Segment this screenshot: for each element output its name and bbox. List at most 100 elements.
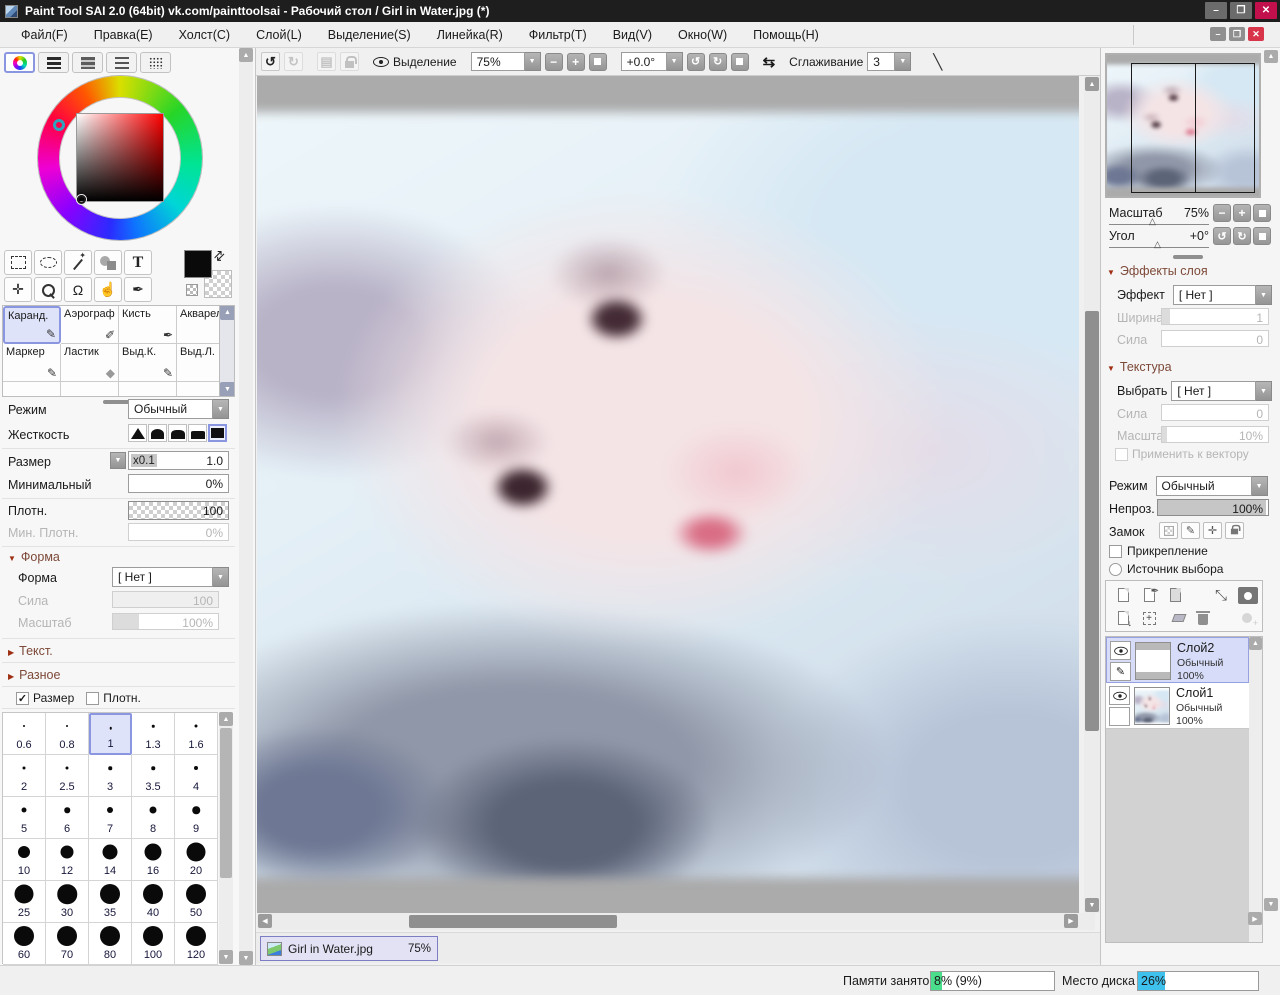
size-preset-cell[interactable]: 25 <box>3 881 46 923</box>
chevron-down-icon[interactable]: ▼ <box>667 52 683 71</box>
rotate-reset-button[interactable] <box>731 53 749 71</box>
min-density-field[interactable]: 0% <box>128 523 229 541</box>
zoom-in-button[interactable]: + <box>567 53 585 71</box>
size-preset-cell[interactable]: 3.5 <box>132 755 175 797</box>
brush-pencil[interactable]: Каранд.✎ <box>3 306 61 344</box>
scale-slider-thumb[interactable]: △ <box>1149 216 1156 227</box>
layer-mode-dropdown[interactable]: Обычный ▼ <box>1156 476 1268 496</box>
size-preset-cell[interactable]: 2.5 <box>46 755 89 797</box>
scroll-up-icon[interactable]: ▲ <box>1249 637 1262 650</box>
apply-to-vector-checkbox[interactable] <box>1115 448 1128 461</box>
size-preset-cell[interactable]: 120 <box>175 923 218 965</box>
scroll-up-icon[interactable]: ▲ <box>239 48 253 62</box>
brush-row3-partial[interactable] <box>61 382 119 397</box>
restore-button[interactable]: ❐ <box>1230 2 1252 19</box>
lock-all-button[interactable] <box>1225 522 1244 539</box>
selection-source-radio[interactable] <box>1109 563 1122 576</box>
layer-visibility-button[interactable] <box>1110 641 1131 660</box>
menu-help[interactable]: Помощь(H) <box>740 24 832 46</box>
size-preset-cell[interactable]: 4 <box>175 755 218 797</box>
smoothing-dropdown[interactable]: 3 ▼ <box>867 52 911 71</box>
size-preset-cell[interactable]: 70 <box>46 923 89 965</box>
close-button[interactable]: ✕ <box>1255 2 1277 19</box>
doc-close-button[interactable]: ✕ <box>1248 27 1264 41</box>
density-checkbox[interactable] <box>86 692 99 705</box>
size-preset-cell[interactable]: 100 <box>132 923 175 965</box>
add-selection-button[interactable]: + <box>1138 608 1160 628</box>
size-preset-cell[interactable]: 30 <box>46 881 89 923</box>
size-preset-cell[interactable]: 12 <box>46 839 89 881</box>
tab-rgb-sliders[interactable] <box>38 52 69 73</box>
size-preset-cell[interactable]: 40 <box>132 881 175 923</box>
clear-layer-button[interactable] <box>1168 608 1190 628</box>
navigator-viewport-rect[interactable] <box>1131 63 1255 193</box>
nav-rotate-cw-button[interactable]: ↻ <box>1233 227 1251 245</box>
chevron-down-icon[interactable]: ▼ <box>1252 476 1268 496</box>
doc-restore-button[interactable]: ❐ <box>1229 27 1245 41</box>
layers-scrollbar[interactable]: ▲ <box>1249 637 1262 942</box>
scrollbar-thumb[interactable] <box>220 728 232 878</box>
shape-tool[interactable] <box>94 250 122 275</box>
zoom-reset-button[interactable] <box>589 53 607 71</box>
brush-brush[interactable]: Кисть✒ <box>119 306 177 344</box>
hardness-4-button[interactable] <box>188 424 207 442</box>
minimum-size-field[interactable]: 0% <box>128 474 229 493</box>
rotate-canvas-tool[interactable]: Ω <box>64 277 92 302</box>
saturation-value-square[interactable] <box>76 113 164 202</box>
layer-visibility-button[interactable] <box>1109 686 1130 705</box>
brush-mode-dropdown[interactable]: Обычный ▼ <box>128 399 229 419</box>
scroll-up-icon[interactable]: ▲ <box>219 712 233 726</box>
horizontal-scrollbar[interactable]: ◀ ▶ <box>257 913 1095 930</box>
merge-down-button[interactable]: ↓ <box>1112 608 1134 628</box>
size-field[interactable]: x0.1 1.0 <box>128 451 229 470</box>
shape-scale-field[interactable]: 100% <box>112 613 219 630</box>
misc-section-header[interactable]: ▶Разное <box>8 668 60 682</box>
selection-visibility-icon[interactable] <box>373 57 389 67</box>
minimize-button[interactable]: – <box>1205 2 1227 19</box>
chevron-down-icon[interactable]: ▼ <box>895 52 911 71</box>
menu-filter[interactable]: Фильтр(T) <box>516 24 600 46</box>
hardness-3-button[interactable] <box>168 424 187 442</box>
size-preset-cell[interactable]: 5 <box>3 797 46 839</box>
size-preset-cell[interactable]: 20 <box>175 839 218 881</box>
brush-row3-partial[interactable] <box>119 382 177 397</box>
layer-mask-button[interactable] <box>1238 587 1258 604</box>
hand-tool[interactable]: ☝ <box>94 277 122 302</box>
chevron-down-icon[interactable]: ▼ <box>525 52 541 71</box>
menu-layer[interactable]: Слой(L) <box>243 24 315 46</box>
brush-grid-scrollbar[interactable]: ▲ ▼ <box>219 305 235 397</box>
size-preset-cell[interactable]: 50 <box>175 881 218 923</box>
transform-button[interactable]: ⤡ <box>1210 585 1232 605</box>
lock-paint-button[interactable]: ✎ <box>1181 522 1200 539</box>
scroll-down-icon[interactable]: ▼ <box>239 951 253 965</box>
scrollbar-thumb[interactable] <box>409 915 617 928</box>
clipping-checkbox[interactable] <box>1109 545 1122 558</box>
flip-horizontal-icon[interactable]: ⇆ <box>763 53 776 71</box>
chevron-down-icon[interactable]: ▼ <box>1256 381 1272 401</box>
foreground-color-swatch[interactable] <box>184 250 212 278</box>
hue-marker[interactable] <box>53 119 65 131</box>
zoom-dropdown[interactable]: 75% ▼ <box>471 52 541 71</box>
eyedropper-tool[interactable]: ✒ <box>124 277 152 302</box>
scroll-down-icon[interactable]: ▼ <box>1264 898 1278 911</box>
new-vector-layer-button[interactable]: ✒ <box>1138 585 1160 605</box>
size-grid-scrollbar[interactable]: ▲ ▼ <box>219 712 233 964</box>
size-preset-cell[interactable]: 0.6 <box>3 713 46 755</box>
undo-button[interactable]: ↺ <box>261 52 280 71</box>
zoom-out-button[interactable]: − <box>545 53 563 71</box>
size-preset-cell[interactable]: 1.3 <box>132 713 175 755</box>
opacity-slider[interactable]: 100% <box>1157 499 1269 516</box>
tab-hsv-sliders[interactable] <box>72 52 103 73</box>
hardness-2-button[interactable] <box>148 424 167 442</box>
menu-file[interactable]: Файл(F) <box>8 24 81 46</box>
lock-transparency-button[interactable] <box>1159 522 1178 539</box>
texture-strength-field[interactable]: 0 <box>1161 404 1269 421</box>
scroll-down-icon[interactable]: ▼ <box>220 382 235 397</box>
menu-ruler[interactable]: Линейка(R) <box>424 24 516 46</box>
scrollbar-thumb[interactable] <box>1085 311 1099 731</box>
left-panel-scrollbar[interactable]: ▲ ▼ <box>239 48 253 965</box>
scroll-up-icon[interactable]: ▲ <box>1085 77 1099 91</box>
tab-swatches[interactable] <box>140 52 171 73</box>
delete-layer-button[interactable] <box>1192 608 1214 628</box>
size-preset-cell[interactable]: 1 <box>89 713 132 755</box>
